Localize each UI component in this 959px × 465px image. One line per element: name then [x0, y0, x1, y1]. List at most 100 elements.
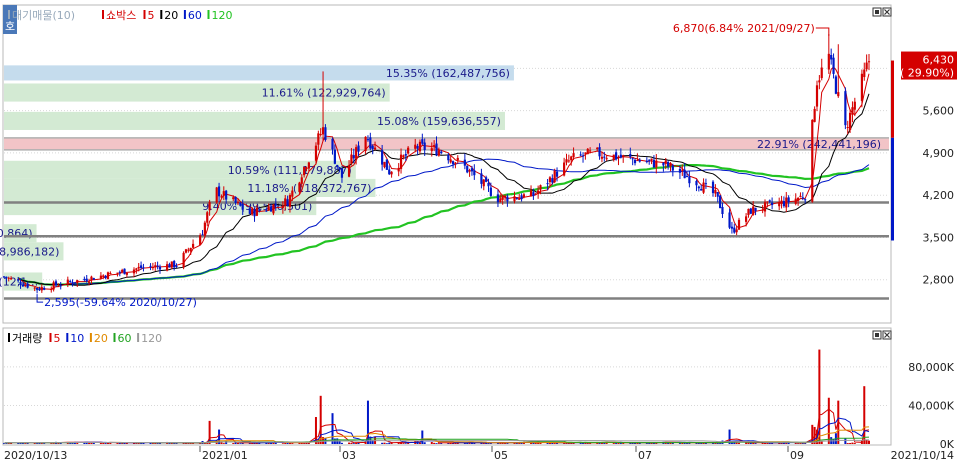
candle-body [702, 182, 705, 193]
candle-body [683, 169, 686, 179]
candle-body [596, 147, 599, 150]
candle-body [473, 170, 476, 176]
volume-bar [423, 442, 426, 444]
price-tick-label: 4,200 [923, 189, 955, 202]
volume-bar [19, 443, 22, 444]
candle-body [317, 133, 320, 145]
candle-body [123, 268, 126, 275]
volume-bar [383, 442, 386, 444]
candle-body [7, 277, 10, 279]
candle-body [440, 151, 443, 154]
candle-body [669, 163, 672, 167]
price-tick-label: 5,600 [923, 105, 955, 118]
volume-bar [24, 443, 27, 444]
volume-bar [603, 442, 606, 444]
volume-bar [582, 443, 585, 444]
candle-body [40, 287, 43, 291]
volume-bar [622, 443, 625, 444]
candle-body [116, 272, 119, 274]
candle-body [175, 265, 178, 267]
candle-body [347, 165, 351, 177]
candle-body [284, 198, 287, 206]
candle-body [158, 266, 162, 270]
candle-body [551, 178, 554, 183]
candle-body [503, 195, 507, 198]
volume-bar [381, 442, 384, 444]
candle-body [846, 126, 849, 128]
candle-body [165, 264, 169, 271]
candle-body [173, 260, 176, 268]
volume-bar [832, 439, 835, 444]
volume-bar [331, 413, 334, 444]
candle-body [785, 197, 788, 208]
candle-body [631, 158, 634, 160]
candle-body [487, 182, 490, 187]
volume-profile-label: 11.18% (118,372,767) [247, 182, 371, 195]
candle-body [132, 269, 136, 274]
volume-bar [749, 442, 752, 444]
candle-body [83, 278, 86, 280]
candle-body [189, 247, 192, 252]
candle-body [76, 280, 79, 283]
candle-body [69, 281, 72, 283]
volume-bar [851, 442, 854, 444]
volume-legend-item-label: 20 [94, 332, 108, 345]
candle-body [43, 287, 46, 290]
stock-chart-window: 15.35% (162,487,756) 11.61% (122,929,764)… [0, 0, 959, 462]
candle-body [19, 282, 22, 286]
price-tick-label: 2,800 [923, 274, 955, 287]
candle-body [513, 196, 516, 202]
candle-body [421, 139, 424, 144]
legend-swatch [113, 333, 116, 342]
candle-body [636, 160, 639, 162]
volume-bar [849, 442, 852, 444]
candle-body [619, 154, 622, 158]
candle-body [851, 107, 854, 115]
candle-body [617, 157, 620, 159]
candle-body [799, 195, 802, 198]
candle-body [645, 160, 648, 163]
volume-legend-item-label: 5 [54, 332, 61, 345]
candle-body [414, 144, 417, 149]
volume-bar [404, 443, 407, 444]
volume-legend-item-label: 60 [118, 332, 132, 345]
candle-body [206, 212, 209, 223]
volume-bar [435, 443, 438, 444]
candle-body [357, 145, 360, 152]
candle-body [520, 195, 523, 200]
volume-bar [504, 443, 507, 444]
candle-body [548, 177, 552, 183]
candle-body [355, 147, 358, 159]
legend-item-label: 쇼박스 [106, 9, 136, 22]
candle-body [298, 182, 301, 192]
volume-profile-label: 15.08% (159,636,557) [377, 115, 501, 128]
candle-body [371, 145, 374, 149]
volume-legend-item-label: 10 [70, 332, 84, 345]
candle-body [430, 148, 433, 152]
candle-body [338, 167, 341, 169]
candle-body [763, 202, 767, 212]
candle-body [85, 278, 88, 282]
candle-body [796, 197, 800, 201]
candle-body [288, 195, 292, 207]
candle-body [90, 276, 93, 281]
candle-body [501, 195, 504, 200]
volume-profile-label: 1.79% (18,986,182) [0, 245, 59, 258]
candle-body [236, 201, 240, 203]
candle-body [385, 159, 388, 170]
candle-body [605, 158, 608, 160]
volume-bar [853, 443, 856, 444]
candle-body [239, 202, 242, 206]
volume-bar [239, 443, 242, 444]
candle-body [215, 187, 218, 203]
candle-body [655, 160, 658, 168]
legend-swatch [143, 10, 146, 19]
candle-body [99, 275, 102, 279]
candle-body [735, 229, 738, 233]
candle-body [340, 168, 344, 178]
candle-body [217, 186, 221, 197]
volume-bar [36, 443, 39, 444]
candle-body [121, 269, 124, 272]
candle-body [433, 145, 436, 147]
volume-bar [433, 442, 436, 444]
